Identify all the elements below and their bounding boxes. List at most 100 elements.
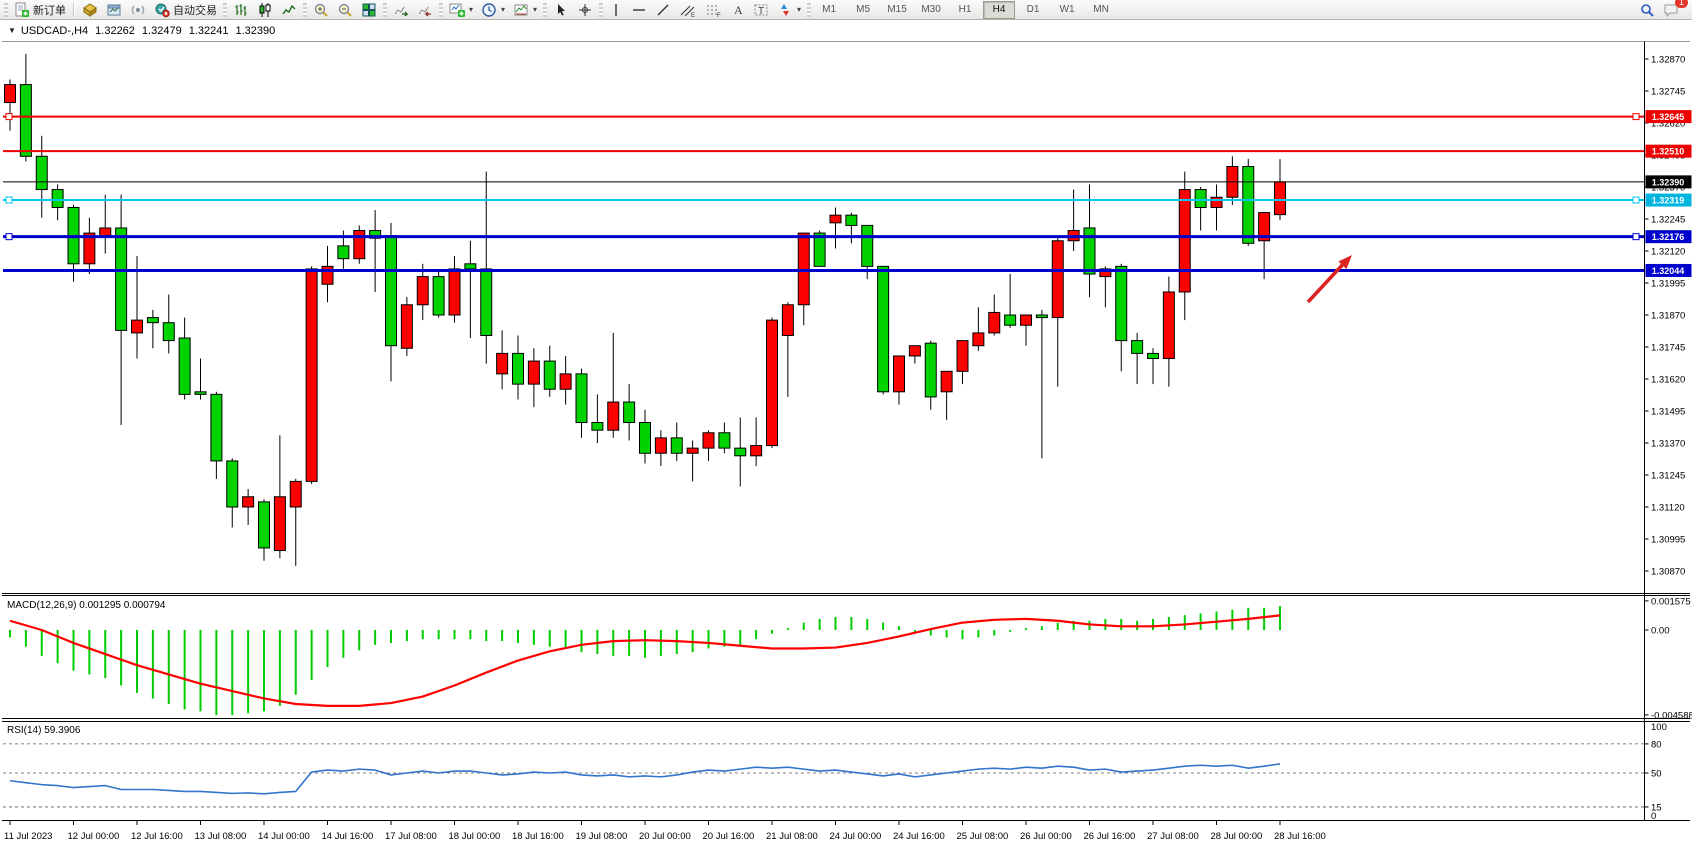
time-axis[interactable]: 11 Jul 2023 12 Jul 00:00 12 Jul 16:00 13 Ju…	[4, 821, 1326, 843]
chart-shift-button[interactable]	[413, 0, 437, 20]
horizontal-lines[interactable]: 1.326451.325101.323901.323191.321761.320…	[3, 110, 1692, 277]
zoom-out-button[interactable]	[333, 0, 357, 20]
rsi-pane[interactable]: 8050151000RSI(14) 59.3906	[3, 722, 1667, 822]
crosshair-button[interactable]	[573, 0, 597, 20]
svg-text:E: E	[691, 13, 695, 18]
equidistant-channel-button[interactable]: E	[675, 0, 701, 20]
svg-text:11 Jul 2023: 11 Jul 2023	[4, 831, 52, 842]
svg-text:1.31370: 1.31370	[1651, 439, 1685, 450]
svg-text:14 Jul 00:00: 14 Jul 00:00	[258, 831, 310, 842]
macd-label: MACD(12,26,9) 0.001295 0.000794	[7, 600, 166, 611]
timeframe-button-M1[interactable]: M1	[813, 1, 845, 19]
svg-text:28 Jul 00:00: 28 Jul 00:00	[1211, 831, 1263, 842]
fibonacci-icon: F	[705, 2, 723, 18]
templates-icon	[513, 2, 529, 18]
timeframe-button-M5[interactable]: M5	[847, 1, 879, 19]
toolbar-grip[interactable]	[4, 3, 8, 17]
templates-button[interactable]: ▾	[509, 0, 541, 20]
chart-canvas[interactable]: 1.328701.327451.326201.324951.323701.322…	[0, 0, 1692, 849]
chart-symbol-timeframe: USDCAD-,H4	[21, 25, 88, 37]
crosshair-icon	[577, 2, 593, 18]
svg-text:24 Jul 00:00: 24 Jul 00:00	[830, 831, 882, 842]
svg-text:1.32510: 1.32510	[1652, 147, 1685, 157]
search-button[interactable]	[1635, 0, 1659, 20]
quote-open: 1.32262	[95, 25, 135, 37]
svg-text:14 Jul 16:00: 14 Jul 16:00	[322, 831, 374, 842]
svg-text:1.32645: 1.32645	[1652, 112, 1685, 122]
svg-text:F: F	[717, 13, 721, 18]
svg-text:0: 0	[1651, 811, 1656, 822]
svg-text:1.30995: 1.30995	[1651, 535, 1685, 546]
collapse-marker-icon[interactable]: ▼	[8, 26, 16, 35]
clock-icon	[481, 2, 497, 18]
price-axis[interactable]: 1.328701.327451.326201.324951.323701.322…	[1645, 55, 1686, 578]
svg-text:1.32245: 1.32245	[1651, 215, 1685, 226]
svg-text:12 Jul 16:00: 12 Jul 16:00	[131, 831, 183, 842]
line-chart-icon	[281, 2, 297, 18]
svg-text:18 Jul 00:00: 18 Jul 00:00	[449, 831, 501, 842]
bar-chart-button[interactable]	[229, 0, 253, 20]
arrows-shapes-button[interactable]: ▾	[773, 0, 805, 20]
svg-text:27 Jul 08:00: 27 Jul 08:00	[1147, 831, 1199, 842]
auto-scroll-button[interactable]	[389, 0, 413, 20]
cube-button[interactable]	[78, 0, 102, 20]
svg-text:26 Jul 16:00: 26 Jul 16:00	[1084, 831, 1136, 842]
templates-dropdown-arrow[interactable]: ▾	[533, 5, 537, 14]
cursor-button[interactable]	[549, 0, 573, 20]
macd-pane[interactable]: 0.0015750.00-0.004588MACD(12,26,9) 0.001…	[7, 596, 1692, 721]
timeframe-button-W1[interactable]: W1	[1051, 1, 1083, 19]
svg-text:20 Jul 16:00: 20 Jul 16:00	[703, 831, 755, 842]
svg-text:T: T	[758, 6, 764, 17]
tile-windows-button[interactable]	[357, 0, 381, 20]
fibonacci-button[interactable]: F	[701, 0, 727, 20]
text-label-icon: T	[753, 2, 769, 18]
svg-text:26 Jul 00:00: 26 Jul 00:00	[1020, 831, 1072, 842]
quote-close: 1.32390	[235, 25, 275, 37]
rsi-line	[10, 764, 1280, 794]
annotation-arrow[interactable]	[1308, 255, 1352, 302]
periods-dropdown-arrow[interactable]: ▾	[501, 5, 505, 14]
equidistant-channel-icon: E	[679, 2, 697, 18]
timeframe-button-H4[interactable]: H4	[983, 1, 1015, 19]
text-button[interactable]: A	[727, 0, 749, 20]
line-chart-button[interactable]	[277, 0, 301, 20]
svg-text:100: 100	[1651, 722, 1667, 733]
window-button[interactable]	[102, 0, 126, 20]
svg-text:1.31745: 1.31745	[1651, 343, 1685, 354]
svg-text:13 Jul 08:00: 13 Jul 08:00	[195, 831, 247, 842]
radar-button[interactable]	[126, 0, 150, 20]
vertical-line-button[interactable]	[605, 0, 627, 20]
periods-clock-button[interactable]: ▾	[477, 0, 509, 20]
zoom-in-button[interactable]	[309, 0, 333, 20]
svg-text:1.31870: 1.31870	[1651, 311, 1685, 322]
trendline-icon	[655, 2, 671, 18]
chart-title-bar[interactable]: ▼ USDCAD-,H4 1.32262 1.32479 1.32241 1.3…	[2, 21, 1642, 40]
timeframe-button-MN[interactable]: MN	[1085, 1, 1117, 19]
svg-text:1.32745: 1.32745	[1651, 87, 1685, 98]
svg-text:1.32176: 1.32176	[1652, 232, 1685, 242]
chat-button[interactable]: 1	[1659, 0, 1684, 20]
candlestick-chart-icon	[257, 2, 273, 18]
timeframe-button-M15[interactable]: M15	[881, 1, 913, 19]
svg-text:0.001575: 0.001575	[1651, 596, 1691, 607]
candlestick-chart-button[interactable]	[253, 0, 277, 20]
toolbar: 新订单 自动交易 ▾ ▾ ▾ E F A T ▾	[0, 0, 1692, 20]
svg-text:12 Jul 00:00: 12 Jul 00:00	[68, 831, 120, 842]
auto-trading-button[interactable]: 自动交易	[150, 0, 221, 20]
mt4-application: 新订单 自动交易 ▾ ▾ ▾ E F A T ▾	[0, 0, 1692, 849]
indicators-dropdown-arrow[interactable]: ▾	[469, 5, 473, 14]
timeframe-button-D1[interactable]: D1	[1017, 1, 1049, 19]
trendline-button[interactable]	[651, 0, 675, 20]
indicators-button[interactable]: ▾	[445, 0, 477, 20]
timeframe-button-H1[interactable]: H1	[949, 1, 981, 19]
svg-text:21 Jul 08:00: 21 Jul 08:00	[766, 831, 818, 842]
svg-text:25 Jul 08:00: 25 Jul 08:00	[957, 831, 1009, 842]
new-order-button[interactable]: 新订单	[10, 0, 70, 20]
pane-frames	[2, 42, 1690, 821]
timeframe-button-M30[interactable]: M30	[915, 1, 947, 19]
svg-text:28 Jul 16:00: 28 Jul 16:00	[1274, 831, 1326, 842]
arrows-dropdown-arrow[interactable]: ▾	[797, 5, 801, 14]
text-label-button[interactable]: T	[749, 0, 773, 20]
svg-text:18 Jul 16:00: 18 Jul 16:00	[512, 831, 564, 842]
horizontal-line-button[interactable]	[627, 0, 651, 20]
